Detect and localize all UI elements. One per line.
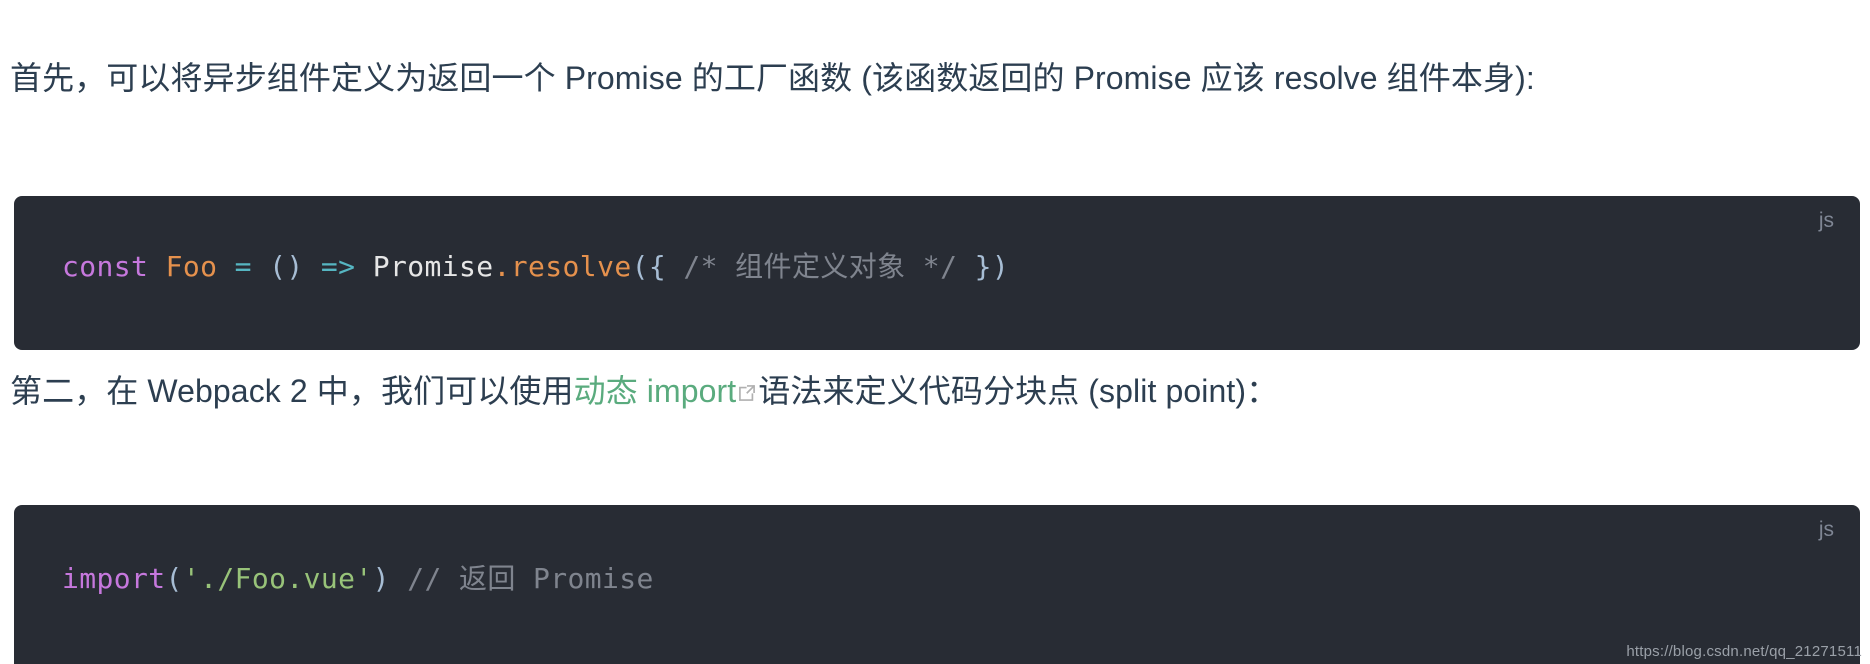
paragraph-webpack: 第二，在 Webpack 2 中，我们可以使用动态 import 语法来定义代码分… [10, 363, 1862, 419]
paragraph-webpack-before-link: 第二，在 Webpack 2 中，我们可以使用 [10, 373, 574, 409]
code-block-promise-factory: js const Foo = () => Promise.resolve({ /… [14, 196, 1860, 350]
code-token: . [493, 250, 511, 283]
dynamic-import-link[interactable]: 动态 import [574, 373, 759, 409]
code-token: ( [165, 562, 183, 595]
code-line[interactable]: const Foo = () => Promise.resolve({ /* 组… [62, 253, 1009, 281]
code-token: ({ [631, 250, 667, 283]
code-language-label: js [1818, 518, 1834, 541]
paragraph-webpack-after-link: 语法来定义代码分块点 (split point)： [758, 373, 1279, 409]
code-token: () [269, 250, 304, 283]
document-page: 首先，可以将异步组件定义为返回一个 Promise 的工厂函数 (该函数返回的 … [0, 0, 1870, 664]
external-link-icon [737, 383, 757, 403]
code-token: => [320, 250, 356, 283]
code-token: ) [372, 562, 390, 595]
code-token: Foo [165, 250, 218, 283]
code-line[interactable]: import('./Foo.vue') // 返回 Promise [62, 565, 654, 593]
dynamic-import-link-label: 动态 import [573, 373, 737, 409]
paragraph-intro: 首先，可以将异步组件定义为返回一个 Promise 的工厂函数 (该函数返回的 … [10, 50, 1862, 106]
paragraph-intro-text: 首先，可以将异步组件定义为返回一个 Promise 的工厂函数 (该函数返回的 … [10, 60, 1535, 96]
code-token: resolve [510, 250, 632, 283]
code-token: const [62, 250, 149, 283]
code-token: Promise [372, 250, 494, 283]
code-token: /* 组件定义对象 */ [683, 250, 958, 283]
watermark: https://blog.csdn.net/qq_21271511 [1626, 643, 1862, 660]
code-token: './Foo.vue' [182, 562, 373, 595]
code-token: = [234, 250, 252, 283]
code-token: import [62, 562, 166, 595]
code-language-label: js [1818, 209, 1834, 232]
code-token: }) [974, 250, 1010, 283]
code-token: // 返回 Promise [407, 562, 654, 595]
code-block-dynamic-import: js import('./Foo.vue') // 返回 Promise [14, 505, 1860, 664]
